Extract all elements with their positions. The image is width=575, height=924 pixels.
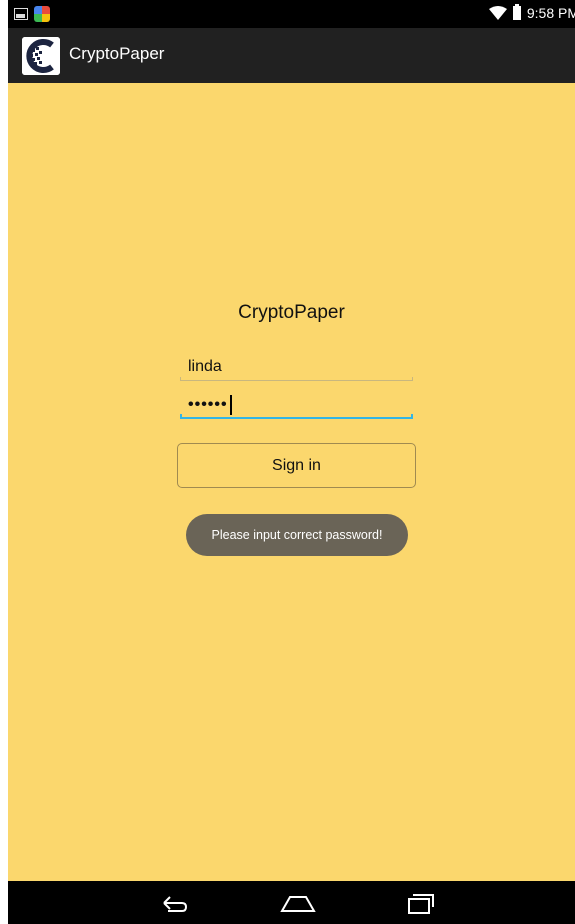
form-title: CryptoPaper <box>238 302 345 323</box>
text-cursor <box>229 394 232 415</box>
app-title: CryptoPaper <box>69 44 165 63</box>
app-icon <box>34 6 50 22</box>
password-value: •••••• <box>188 396 228 413</box>
status-time: 9:58 PM <box>526 5 575 21</box>
password-field[interactable]: •••••• <box>180 391 413 419</box>
action-bar: CryptoPaper <box>8 28 575 83</box>
home-icon[interactable] <box>280 891 316 919</box>
app-screen: 9:58 PM CryptoPaper CryptoPaper linda ••… <box>8 0 575 924</box>
wifi-icon <box>488 6 507 20</box>
navigation-bar <box>8 881 575 924</box>
status-bar: 9:58 PM <box>8 0 575 28</box>
username-field[interactable]: linda <box>180 353 413 381</box>
cryptopaper-logo-icon[interactable] <box>22 37 60 75</box>
sign-in-button[interactable]: Sign in <box>177 443 416 488</box>
back-icon[interactable] <box>158 891 190 919</box>
toast-message: Please input correct password! <box>186 514 408 556</box>
recent-apps-icon[interactable] <box>403 891 435 919</box>
picture-icon <box>14 8 28 20</box>
battery-icon <box>512 4 521 20</box>
username-value: linda <box>188 358 222 375</box>
